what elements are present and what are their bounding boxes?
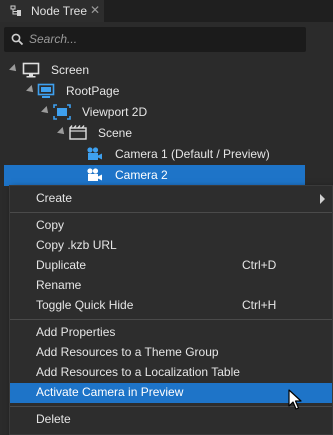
menu-item-add-resources-theme[interactable]: Add Resources to a Theme Group [10, 343, 332, 363]
expander-open-icon[interactable] [41, 106, 51, 116]
submenu-arrow-icon [320, 194, 325, 204]
tree-item-rootpage[interactable]: RootPage [0, 81, 333, 102]
menu-item-add-properties[interactable]: Add Properties [10, 323, 332, 343]
search-box[interactable] [4, 27, 306, 52]
node-tree-icon [10, 5, 21, 16]
search-icon [11, 33, 24, 46]
expander-open-icon[interactable] [9, 64, 19, 74]
camera-icon [87, 147, 102, 160]
camera-icon [87, 168, 102, 181]
menu-item-activate-camera[interactable]: Activate Camera in Preview [10, 383, 332, 403]
menu-item-toggle-quick-hide[interactable]: Toggle Quick Hide Ctrl+H [10, 296, 332, 316]
menu-separator [10, 406, 332, 407]
tree-item-label: Camera 1 (Default / Preview) [115, 147, 270, 161]
scene-icon [69, 125, 87, 140]
menu-item-copy[interactable]: Copy [10, 216, 332, 236]
tree-item-viewport-2d[interactable]: Viewport 2D [0, 102, 333, 123]
menu-separator [10, 319, 332, 320]
menu-item-add-resources-localization[interactable]: Add Resources to a Localization Table [10, 363, 332, 383]
monitor-icon [22, 62, 40, 78]
menu-item-label: Add Resources to a Localization Table [36, 365, 240, 379]
tree-item-scene[interactable]: Scene [0, 123, 333, 144]
menu-item-label: Delete [36, 412, 71, 426]
tree-item-label: Screen [51, 63, 90, 77]
menu-item-shortcut: Ctrl+D [242, 258, 277, 272]
menu-item-label: Copy .kzb URL [36, 238, 117, 252]
tree-item-label: Camera 2 [115, 168, 168, 182]
tab-node-tree[interactable]: Node Tree ✕ [0, 0, 104, 22]
search-input[interactable] [29, 31, 289, 47]
menu-separator [10, 212, 332, 213]
tree-item-camera-1[interactable]: Camera 1 (Default / Preview) [0, 144, 333, 165]
menu-item-label: Activate Camera in Preview [36, 385, 184, 399]
viewport-icon [53, 104, 71, 120]
page-icon [37, 83, 55, 98]
menu-item-duplicate[interactable]: Duplicate Ctrl+D [10, 256, 332, 276]
tree-item-label: Scene [98, 126, 133, 140]
menu-item-label: Rename [36, 278, 82, 292]
menu-item-shortcut: Ctrl+H [242, 298, 277, 312]
expander-open-icon[interactable] [26, 85, 36, 95]
mouse-cursor-icon [288, 389, 302, 410]
menu-item-label: Duplicate [36, 258, 87, 272]
menu-item-create[interactable]: Create [10, 189, 332, 209]
tree-item-camera-2[interactable]: Camera 2 [4, 165, 305, 186]
close-icon[interactable]: ✕ [90, 3, 100, 17]
tab-bar: Node Tree ✕ [0, 0, 333, 22]
menu-item-label: Add Resources to a Theme Group [36, 345, 219, 359]
menu-item-label: Add Properties [36, 325, 116, 339]
menu-item-copy-kzb-url[interactable]: Copy .kzb URL [10, 236, 332, 256]
menu-item-label: Copy [36, 218, 65, 232]
tree-item-screen[interactable]: Screen [0, 60, 333, 81]
context-menu: Create Copy Copy .kzb URL Duplicate Ctrl… [9, 185, 333, 435]
tree-item-label: RootPage [66, 84, 120, 98]
tree-item-label: Viewport 2D [82, 105, 148, 119]
tab-title: Node Tree [31, 4, 88, 18]
menu-item-label: Toggle Quick Hide [36, 298, 134, 312]
expander-open-icon[interactable] [57, 127, 67, 137]
menu-item-delete[interactable]: Delete [10, 410, 332, 430]
menu-item-label: Create [36, 191, 73, 205]
menu-item-rename[interactable]: Rename [10, 276, 332, 296]
